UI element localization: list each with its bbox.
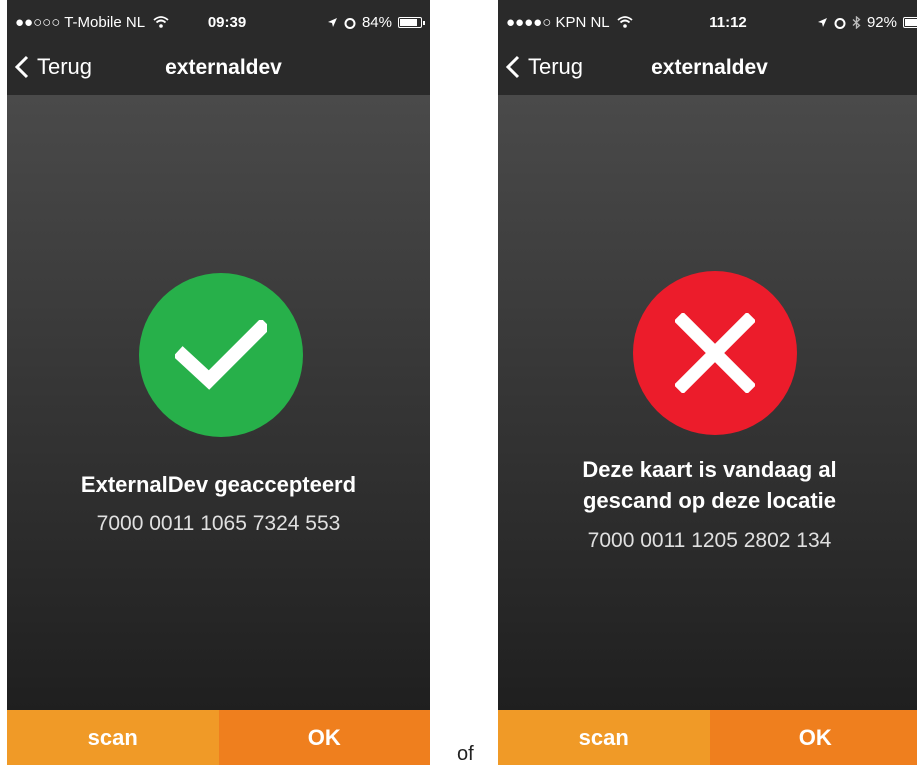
separator-label: of: [457, 743, 474, 766]
status-right: 92%: [817, 14, 917, 31]
battery-icon: [398, 17, 422, 28]
cross-icon: [675, 313, 755, 393]
ok-button[interactable]: OK: [219, 710, 431, 765]
alarm-icon: [834, 17, 846, 29]
battery-percent: 92%: [867, 14, 897, 31]
carrier-label: ●●○○○ T-Mobile NL: [15, 14, 169, 31]
status-right: 84%: [327, 14, 422, 31]
location-arrow-icon: [327, 17, 338, 28]
result-message: Deze kaart is vandaag al gescand op deze…: [498, 454, 917, 516]
result-message-line: Deze kaart is vandaag al: [498, 454, 917, 485]
page-title: externaldev: [498, 56, 917, 80]
phone-screen-rejected: ●●●●○ KPN NL 11:12 92% Terug externaldev: [498, 0, 917, 765]
carrier-label: ●●●●○ KPN NL: [506, 14, 633, 31]
battery-fill: [400, 19, 417, 26]
bottom-action-bar: scan OK: [498, 710, 917, 765]
status-bar: ●●●●○ KPN NL 11:12 92%: [498, 0, 917, 40]
status-time: 11:12: [678, 14, 778, 31]
ok-button[interactable]: OK: [710, 710, 917, 765]
scan-button[interactable]: scan: [498, 710, 710, 765]
navigation-bar: Terug externaldev: [498, 40, 917, 95]
card-number: 7000 0011 1065 7324 553: [7, 512, 430, 536]
result-message: ExternalDev geaccepteerd: [7, 469, 430, 500]
scan-button[interactable]: scan: [7, 710, 219, 765]
location-arrow-icon: [817, 17, 828, 28]
bottom-action-bar: scan OK: [7, 710, 430, 765]
phone-screen-accepted: ●●○○○ T-Mobile NL 09:39 84% Terug extern…: [7, 0, 430, 765]
result-message-line: gescand op deze locatie: [498, 485, 917, 516]
result-message-line: ExternalDev geaccepteerd: [7, 469, 430, 500]
page-title: externaldev: [7, 56, 430, 80]
card-number: 7000 0011 1205 2802 134: [498, 529, 917, 553]
checkmark-icon: [175, 320, 267, 390]
bluetooth-icon: [852, 16, 861, 29]
battery-percent: 84%: [362, 14, 392, 31]
navigation-bar: Terug externaldev: [7, 40, 430, 95]
error-badge: [633, 271, 797, 435]
battery-fill: [905, 19, 917, 26]
status-bar: ●●○○○ T-Mobile NL 09:39 84%: [7, 0, 430, 40]
wifi-icon: [153, 16, 169, 28]
alarm-icon: [344, 17, 356, 29]
status-time: 09:39: [177, 14, 277, 31]
wifi-icon: [617, 16, 633, 28]
battery-icon: [903, 17, 917, 28]
success-badge: [139, 273, 303, 437]
